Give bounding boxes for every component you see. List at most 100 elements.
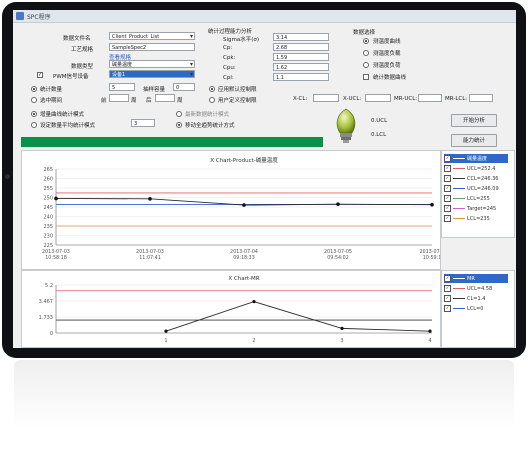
file-select[interactable]: Client_Product_List [109,32,195,40]
legend-swatch [453,288,465,289]
mrlcl-label: MR-LCL: [445,96,468,102]
title-bar: SPC程序 [13,10,516,23]
mr-chart-panel: X Chart-MR 5.2 3.467 1.733 0 1 2 3 4 [21,270,441,348]
data-type-select[interactable]: 碱量温度 [109,60,195,68]
option-label: 测温度负载 [373,51,401,57]
window-title: SPC程序 [27,13,51,21]
process-field[interactable]: SampleSpec2 [109,43,195,51]
device-label: PWM信号设备 [53,74,89,80]
mode2-radio[interactable] [31,122,37,128]
capability-value: 2.68 [273,43,329,51]
group-field[interactable]: 0 [173,83,195,91]
auto-limit-radio[interactable] [209,86,215,92]
mode2-field[interactable]: 3 [131,119,155,127]
legend-swatch [453,278,465,279]
chart2-xtick: 4 [428,338,431,344]
chart1-xtick-date: 2013-07-03 [136,249,164,255]
legend-checkbox[interactable]: ✓ [444,285,451,292]
legend-checkbox[interactable]: ✓ [444,305,451,312]
legend-checkbox[interactable]: ✓ [444,215,451,222]
x-chart-panel: X Chart-Product-碱量温度 265 260 255 250 245 240 23… [21,150,444,270]
legend-item[interactable]: ✓ LCL=235 [444,214,490,223]
legend-swatch [453,168,465,169]
chart1-ytick: 255 [43,186,53,192]
chart2-ytick: 5.2 [45,283,53,289]
legend-item[interactable]: ✓ Target=245 [444,204,496,213]
camera-dot [5,174,10,179]
mode3-label: 最新数据统计模式 [185,112,230,118]
stats-count-label: 统计数量 [40,87,63,93]
capability-value: 1.62 [273,63,329,71]
group-label: 抽样容量 [143,87,166,93]
option-radio[interactable] [363,50,369,56]
from-field[interactable] [109,94,129,102]
legend-label: UCL=4.58 [467,285,493,292]
legend-checkbox[interactable]: ✓ [444,205,451,212]
legend-swatch [453,188,465,189]
legend-swatch [453,218,465,219]
legend-item[interactable]: ✓ UCL=246.09 [444,184,499,193]
legend-label: CL=1.4 [467,295,486,302]
chart1-xtick-date: 2013-07-0 [420,249,440,255]
mode2-label: 设定数量平均统计模式 [40,123,96,129]
from-label: 前 [101,98,107,104]
chart1-ytick: 250 [43,196,53,202]
capability-stats-button[interactable]: 能力统计 [451,134,497,147]
week-label: 周 [131,98,137,104]
period-label: 选中期间 [40,98,63,104]
legend-item[interactable]: ✓ 碱量温度 [444,154,508,163]
legend-label: LCL=255 [467,195,490,202]
option-label: 测温度负荷 [373,63,401,69]
tablet-reflection [14,360,514,430]
stats-count-field[interactable]: 5 [109,83,135,91]
auto-limit-label: 应用默认控制限 [218,87,257,93]
x-chart: X Chart-Product-碱量温度 265 260 255 250 245 240 23… [42,156,444,261]
option-radio[interactable] [363,62,369,68]
mrucl-field[interactable] [418,94,442,102]
legend-swatch [453,208,465,209]
stats-count-radio[interactable] [31,86,37,92]
chart2-ytick: 3.467 [39,299,53,305]
legend-checkbox[interactable]: ✓ [444,165,451,172]
option-radio[interactable] [363,38,369,44]
legend-item[interactable]: ✓ MR [444,274,508,283]
xcl-field[interactable] [313,94,339,102]
chart2-point [428,329,432,333]
chart1-ytick: 245 [43,205,53,211]
legend-panel-1: ✓ 碱量温度 ✓ UCL=252.4 ✓ CCL=246.36 ✓ UCL=246.09 ✓ LC… [441,150,515,238]
mode3-radio[interactable] [176,111,182,117]
mode1-label: 增量曲线统计模式 [40,112,85,118]
option-checkbox[interactable] [363,74,369,80]
capability-value: 3.14 [273,33,329,41]
legend-item[interactable]: ✓ LCL=0 [444,304,483,313]
chart1-xtick-time: 09:54:02 [327,255,349,261]
legend-checkbox[interactable]: ✓ [444,155,451,162]
device-select[interactable]: 设备1 [109,70,195,78]
legend-item[interactable]: ✓ LCL=255 [444,194,490,203]
legend-swatch [453,178,465,179]
legend-label: Target=245 [467,205,497,212]
legend-item[interactable]: ✓ CL=1.4 [444,294,485,303]
chart1-xtick-time: 10:58:18 [45,255,67,261]
period-radio[interactable] [31,97,37,103]
device-checkbox[interactable]: ✓ [37,72,43,78]
capability-label: Cpu: [223,65,236,71]
chart1-ytick: 235 [43,224,53,230]
mrlcl-field[interactable] [469,94,493,102]
legend-checkbox[interactable]: ✓ [444,175,451,182]
legend-checkbox[interactable]: ✓ [444,195,451,202]
legend-checkbox[interactable]: ✓ [444,275,451,282]
legend-checkbox[interactable]: ✓ [444,185,451,192]
capability-label: Cpk: [223,55,236,61]
xucl-field[interactable] [365,94,391,102]
start-analysis-button[interactable]: 开始分析 [451,114,497,127]
custom-limit-radio[interactable] [209,97,215,103]
mode1-radio[interactable] [31,111,37,117]
legend-item[interactable]: ✓ UCL=252.4 [444,164,495,173]
legend-swatch [453,298,465,299]
to-field[interactable] [155,94,175,102]
legend-checkbox[interactable]: ✓ [444,295,451,302]
mode4-radio[interactable] [176,122,182,128]
legend-item[interactable]: ✓ UCL=4.58 [444,284,492,293]
legend-item[interactable]: ✓ CCL=246.36 [444,174,498,183]
